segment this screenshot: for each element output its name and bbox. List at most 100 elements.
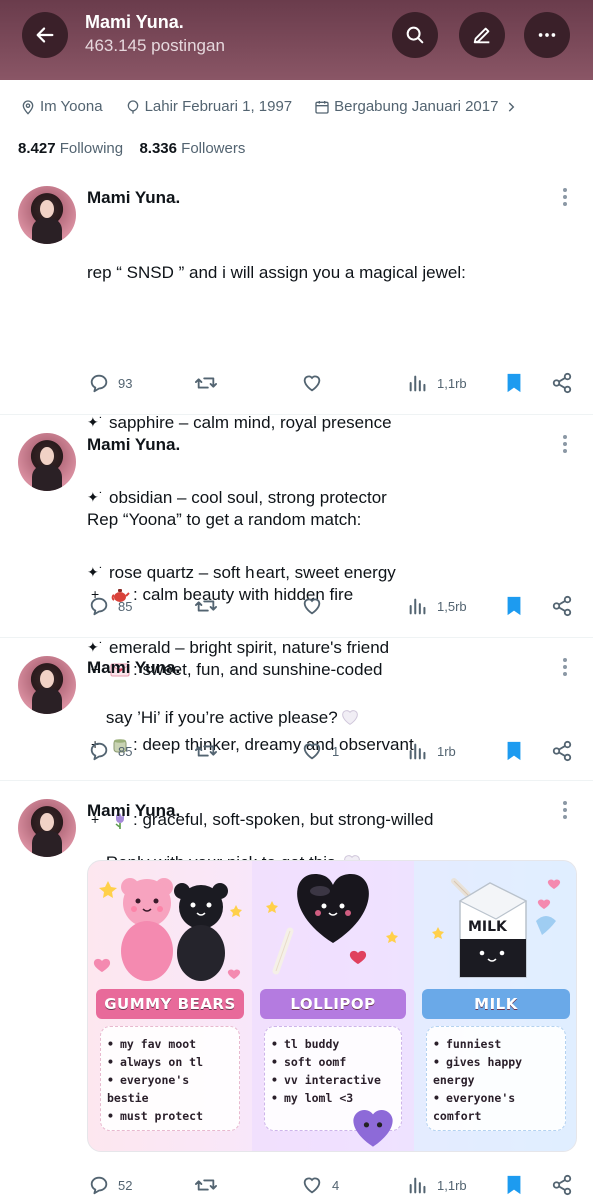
more-icon <box>538 33 556 37</box>
gummy-bears-list: my fav moot always on tl everyone's best… <box>100 1026 240 1131</box>
like-button[interactable] <box>300 372 332 394</box>
post[interactable]: Mami Yuna. Rep “Yoona” to get a random m… <box>0 415 593 829</box>
following-label[interactable]: Following <box>60 140 123 157</box>
post-actions: 85 1 1rb <box>0 740 593 766</box>
lollipop-banner: LOLLIPOP <box>260 989 406 1019</box>
search-button[interactable] <box>392 12 438 58</box>
location: Im Yoona <box>20 98 103 115</box>
back-button[interactable] <box>22 12 68 58</box>
join-date-text: Bergabung Januari 2017 <box>334 98 499 115</box>
share-icon <box>552 372 572 394</box>
bookmark-button[interactable] <box>504 372 532 394</box>
bookmark-button[interactable] <box>504 1174 532 1196</box>
views-button[interactable]: 1,1rb <box>407 372 467 394</box>
profile-name: Mami Yuna. <box>85 12 184 32</box>
share-icon <box>552 1174 572 1196</box>
birthdate-text: Lahir Februari 1, 1997 <box>144 98 293 115</box>
more-button[interactable] <box>524 12 570 58</box>
bookmark-filled-icon <box>507 741 521 761</box>
retweet-icon <box>195 1179 217 1191</box>
milk-carton-label: MILK <box>468 919 508 935</box>
bookmark-button[interactable] <box>504 740 532 762</box>
reply-count: 85 <box>118 743 133 759</box>
post-author[interactable]: Mami Yuna. <box>87 435 180 455</box>
post-author[interactable]: Mami Yuna. <box>87 801 180 821</box>
balloon-icon <box>127 99 138 114</box>
bar-chart-icon <box>409 375 426 392</box>
avatar[interactable] <box>18 656 76 714</box>
retweet-icon <box>195 600 217 612</box>
retweet-button[interactable] <box>193 372 227 394</box>
compose-button[interactable] <box>459 12 505 58</box>
post-more-button[interactable] <box>563 435 569 456</box>
purple-heart-icon <box>353 1109 393 1147</box>
post-more-button[interactable] <box>563 801 569 822</box>
avatar[interactable] <box>18 186 76 244</box>
reply-button[interactable]: 93 <box>88 372 132 394</box>
reply-count: 93 <box>118 375 133 391</box>
like-button[interactable]: 1 <box>300 740 339 762</box>
post-more-button[interactable] <box>563 658 569 679</box>
retweet-button[interactable] <box>193 595 227 617</box>
share-button[interactable] <box>551 1174 581 1196</box>
reply-button[interactable]: 52 <box>88 1174 132 1196</box>
lollipop-illustration <box>266 874 398 975</box>
following-count[interactable]: 8.427 <box>18 140 56 157</box>
heart-icon <box>303 1177 321 1194</box>
search-icon <box>406 26 424 44</box>
bar-chart-icon <box>409 1177 426 1194</box>
reply-icon <box>90 597 108 616</box>
reply-count: 85 <box>118 598 133 614</box>
post-actions: 85 1,5rb <box>0 595 593 621</box>
milk-list: funniest gives happy energy everyone's c… <box>426 1026 566 1131</box>
calendar-icon <box>315 100 329 114</box>
views-button[interactable]: 1,5rb <box>407 595 467 617</box>
share-button[interactable] <box>551 595 581 617</box>
white-heart-icon <box>340 708 360 733</box>
share-icon <box>552 740 572 762</box>
retweet-button[interactable] <box>193 1174 227 1196</box>
post[interactable]: Mami Yuna. rep “ SNSD ” and i will assig… <box>0 168 593 657</box>
post[interactable]: Mami Yuna. say ’Hi’ if you’re active ple… <box>0 638 593 781</box>
reply-count: 52 <box>118 1177 133 1193</box>
retweet-icon <box>195 377 217 389</box>
view-count: 1,1rb <box>437 375 467 391</box>
join-date[interactable]: Bergabung Januari 2017 <box>314 98 522 115</box>
milk-banner: MILK <box>422 989 570 1019</box>
like-button[interactable]: 4 <box>300 1174 339 1196</box>
views-button[interactable]: 1,1rb <box>407 1174 467 1196</box>
avatar[interactable] <box>18 433 76 491</box>
like-button[interactable] <box>300 595 332 617</box>
follow-stats: 8.427 Following 8.336 Followers <box>18 140 245 157</box>
pencil-icon <box>473 27 490 44</box>
retweet-button[interactable] <box>193 740 227 762</box>
bar-chart-icon <box>409 598 426 615</box>
post-image[interactable]: GUMMY BEARS my fav moot always on tl eve… <box>87 860 577 1152</box>
bookmark-button[interactable] <box>504 595 532 617</box>
lollipop-panel: LOLLIPOP tl buddy soft oomf vv interacti… <box>252 861 414 1151</box>
heart-icon <box>303 375 321 392</box>
like-count: 4 <box>332 1177 340 1193</box>
post-author[interactable]: Mami Yuna. <box>87 658 180 678</box>
reply-button[interactable]: 85 <box>88 740 132 762</box>
post-intro: rep “ SNSD ” and i will assign you a mag… <box>87 263 466 282</box>
view-count: 1rb <box>437 743 456 759</box>
like-count: 1 <box>332 743 340 759</box>
avatar[interactable] <box>18 799 76 857</box>
reply-button[interactable]: 85 <box>88 595 132 617</box>
followers-label[interactable]: Followers <box>181 140 245 157</box>
location-text: Im Yoona <box>40 98 103 115</box>
reply-icon <box>90 742 108 761</box>
share-button[interactable] <box>551 740 581 762</box>
followers-count[interactable]: 8.336 <box>139 140 177 157</box>
post-intro: Rep “Yoona” to get a random match: <box>87 510 362 529</box>
post-more-button[interactable] <box>563 188 569 209</box>
post-author[interactable]: Mami Yuna. <box>87 188 180 208</box>
profile-header: Mami Yuna. 463.145 postingan <box>0 0 593 80</box>
share-button[interactable] <box>551 372 581 394</box>
arrow-left-icon <box>36 27 54 43</box>
bookmark-filled-icon <box>507 596 521 616</box>
views-button[interactable]: 1rb <box>407 740 456 762</box>
view-count: 1,5rb <box>437 598 467 614</box>
reply-icon <box>90 374 108 393</box>
